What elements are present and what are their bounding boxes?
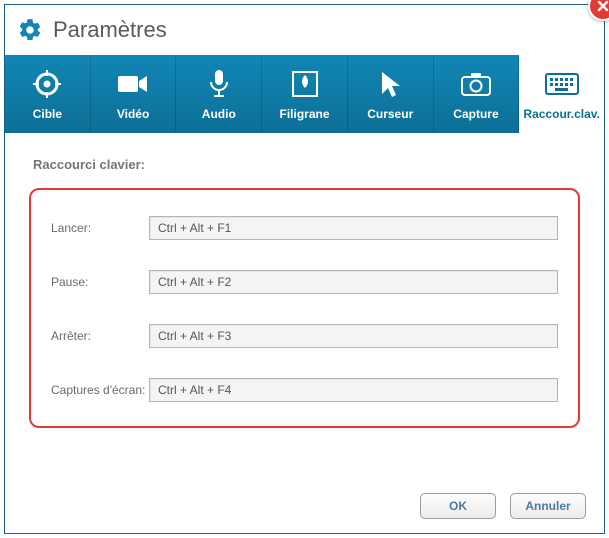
- cancel-button[interactable]: Annuler: [510, 493, 586, 519]
- field-label: Arrêter:: [51, 329, 149, 343]
- tab-curseur[interactable]: Curseur: [348, 55, 434, 133]
- video-icon: [118, 67, 148, 101]
- tab-label: Cible: [33, 107, 62, 121]
- tab-label: Raccour.clav.: [523, 107, 600, 121]
- row-lancer: Lancer:: [51, 216, 558, 240]
- shortcut-input-arreter[interactable]: [149, 324, 558, 348]
- tab-capture[interactable]: Capture: [434, 55, 520, 133]
- row-pause: Pause:: [51, 270, 558, 294]
- shortcut-input-captures[interactable]: [149, 378, 558, 402]
- camera-icon: [461, 67, 491, 101]
- content-pane: Raccourci clavier: Lancer: Pause: Arrête…: [5, 133, 604, 492]
- section-title: Raccourci clavier:: [33, 157, 580, 172]
- tab-cible[interactable]: Cible: [5, 55, 91, 133]
- highlight-box: Lancer: Pause: Arrêter: Captures d'écran…: [29, 188, 580, 428]
- field-label: Lancer:: [51, 221, 149, 235]
- shortcut-input-lancer[interactable]: [149, 216, 558, 240]
- window-title: Paramètres: [53, 17, 167, 43]
- gear-icon: [17, 17, 43, 43]
- tab-label: Filigrane: [280, 107, 330, 121]
- row-captures: Captures d'écran:: [51, 378, 558, 402]
- tab-bar: Cible Vidéo Audio Filigrane Curseur: [5, 55, 604, 133]
- target-icon: [33, 67, 61, 101]
- close-icon: [596, 0, 609, 13]
- footer-buttons: OK Annuler: [420, 493, 586, 519]
- tab-audio[interactable]: Audio: [176, 55, 262, 133]
- field-label: Captures d'écran:: [51, 383, 149, 397]
- watermark-icon: [291, 67, 319, 101]
- row-arreter: Arrêter:: [51, 324, 558, 348]
- field-label: Pause:: [51, 275, 149, 289]
- tab-filigrane[interactable]: Filigrane: [262, 55, 348, 133]
- close-button[interactable]: [588, 0, 609, 21]
- shortcut-input-pause[interactable]: [149, 270, 558, 294]
- titlebar: Paramètres: [5, 5, 604, 55]
- tab-label: Vidéo: [117, 107, 149, 121]
- tab-label: Capture: [453, 107, 498, 121]
- tab-label: Curseur: [367, 107, 413, 121]
- ok-button[interactable]: OK: [420, 493, 496, 519]
- mic-icon: [208, 67, 230, 101]
- tab-video[interactable]: Vidéo: [91, 55, 177, 133]
- keyboard-icon: [545, 67, 579, 101]
- tab-raccourci-clavier[interactable]: Raccour.clav.: [519, 55, 604, 133]
- settings-window: Paramètres Cible Vidéo Audio: [4, 4, 605, 534]
- cursor-icon: [379, 67, 401, 101]
- tab-label: Audio: [202, 107, 236, 121]
